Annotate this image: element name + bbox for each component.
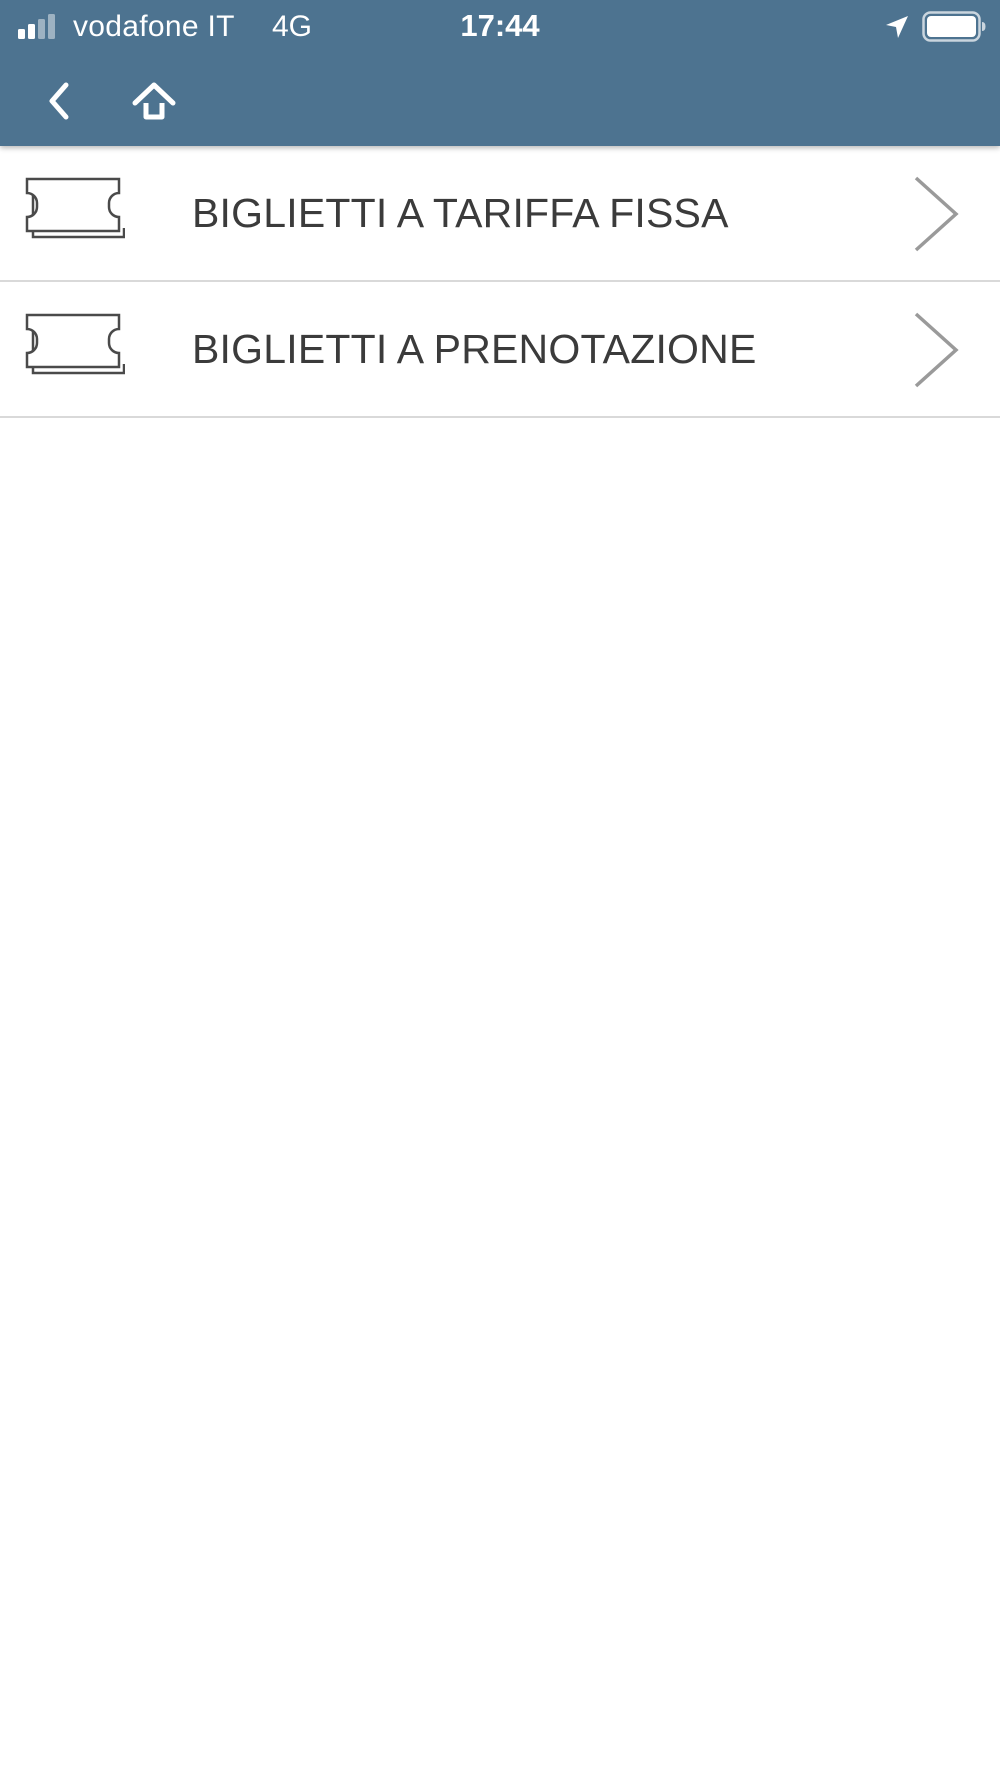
carrier-name: vodafone IT bbox=[73, 10, 235, 43]
ticket-menu-list: BIGLIETTI A TARIFFA FISSA BIGLIETTI A PR… bbox=[0, 146, 1000, 418]
chevron-right-icon bbox=[914, 312, 959, 388]
location-arrow-icon bbox=[886, 16, 908, 38]
ticket-icon bbox=[25, 177, 125, 239]
clock: 17:44 bbox=[460, 8, 540, 43]
chevron-right-icon bbox=[914, 176, 959, 252]
signal-bars-icon bbox=[18, 14, 55, 39]
menu-item-reservation-tickets[interactable]: BIGLIETTI A PRENOTAZIONE bbox=[0, 282, 1000, 418]
chevron-left-icon bbox=[49, 82, 69, 120]
app-screen: vodafone IT 4G 17:44 BIGLIETTI A TARIFFA… bbox=[0, 0, 1000, 1778]
navigation-bar bbox=[0, 56, 1000, 146]
menu-item-label: BIGLIETTI A TARIFFA FISSA bbox=[192, 190, 729, 236]
home-icon bbox=[132, 82, 176, 120]
home-button[interactable] bbox=[118, 68, 190, 134]
network-type: 4G bbox=[272, 10, 313, 43]
status-bar: vodafone IT 4G 17:44 bbox=[0, 0, 1000, 56]
menu-item-label: BIGLIETTI A PRENOTAZIONE bbox=[192, 326, 757, 372]
ticket-icon bbox=[25, 313, 125, 375]
battery-full-icon bbox=[922, 11, 986, 42]
menu-item-fixed-fare-tickets[interactable]: BIGLIETTI A TARIFFA FISSA bbox=[0, 146, 1000, 282]
back-button[interactable] bbox=[26, 68, 92, 134]
top-bar: vodafone IT 4G 17:44 bbox=[0, 0, 1000, 146]
